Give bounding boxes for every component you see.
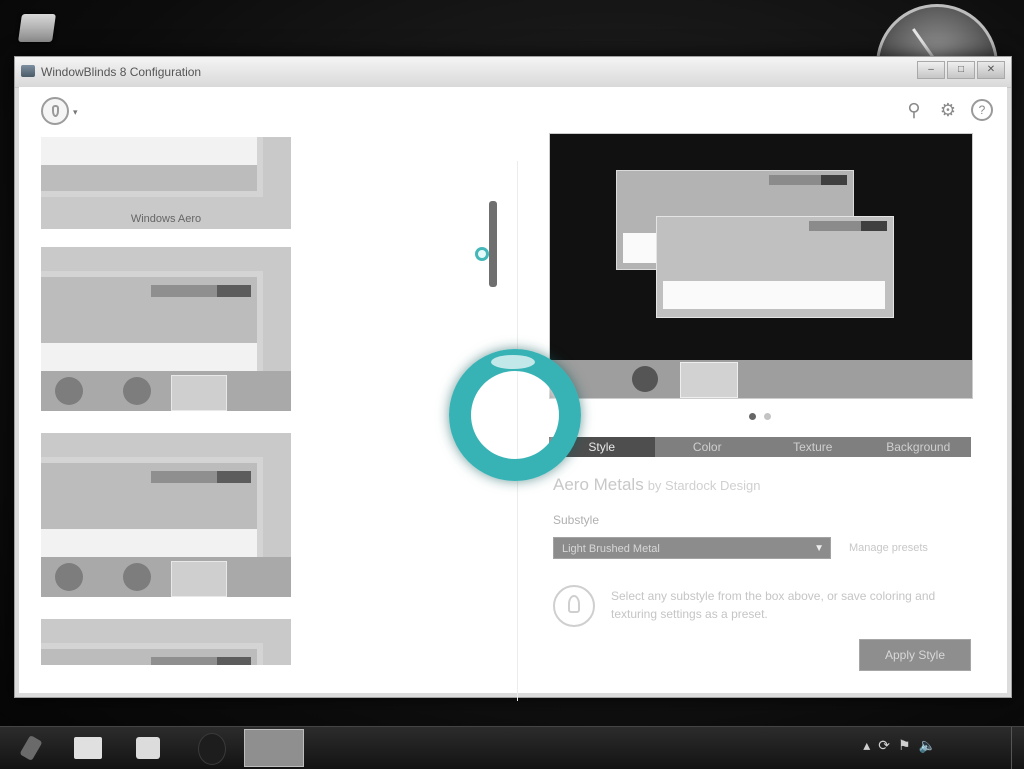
apply-style-button[interactable]: Apply Style xyxy=(859,639,971,671)
window-title: WindowBlinds 8 Configuration xyxy=(41,65,202,79)
title-bar[interactable]: WindowBlinds 8 Configuration – □ ✕ xyxy=(15,57,1011,88)
list-scrollbar[interactable] xyxy=(489,201,497,287)
tip-text: Select any substyle from the box above, … xyxy=(611,589,936,621)
preview-window-front xyxy=(656,216,894,318)
page-dot[interactable] xyxy=(764,413,771,420)
maximize-button[interactable]: □ xyxy=(947,61,975,79)
tab-background[interactable]: Background xyxy=(865,437,971,457)
theme-label: Windows Aero xyxy=(130,213,202,225)
taskbar-clock[interactable] xyxy=(932,733,972,747)
config-window: WindowBlinds 8 Configuration – □ ✕ ▾ ⚲ ⚙… xyxy=(14,56,1012,701)
flag-icon[interactable]: ⚑ xyxy=(898,737,911,754)
style-preview xyxy=(549,133,973,399)
style-name: Aero Metals xyxy=(553,475,644,494)
substyle-selected: Light Brushed Metal xyxy=(562,543,660,555)
start-button[interactable] xyxy=(14,731,48,765)
desktop-computer-icon[interactable] xyxy=(14,8,62,52)
windowblinds-taskbar-button[interactable] xyxy=(244,729,304,767)
chevron-down-icon: ▾ xyxy=(73,107,78,117)
tab-texture[interactable]: Texture xyxy=(760,437,866,457)
app-menu-button[interactable]: ▾ xyxy=(41,97,85,127)
search-icon[interactable]: ⚲ xyxy=(903,99,925,121)
substyle-dropdown[interactable]: Light Brushed Metal ▼ xyxy=(553,537,831,559)
sync-icon[interactable]: ⟳ xyxy=(878,737,890,754)
theme-thumbnail[interactable] xyxy=(41,247,291,411)
preview-taskbar xyxy=(550,360,972,398)
show-hidden-icons-icon[interactable]: ▴ xyxy=(863,737,870,754)
tab-color[interactable]: Color xyxy=(654,437,760,457)
show-desktop-button[interactable] xyxy=(1011,727,1024,769)
mouse-cursor-icon xyxy=(475,247,489,261)
style-author: by Stardock Design xyxy=(647,478,761,493)
page-dot[interactable] xyxy=(749,413,756,420)
taskbar: ▴ ⟳ ⚑ 🔈 xyxy=(0,726,1024,769)
window-controls: – □ ✕ xyxy=(917,61,1005,79)
theme-thumbnail-windows-aero[interactable]: Windows Aero xyxy=(41,137,291,229)
system-tray: ▴ ⟳ ⚑ 🔈 xyxy=(863,737,936,754)
app-icon xyxy=(21,65,35,77)
minimize-button[interactable]: – xyxy=(917,61,945,79)
gear-icon[interactable]: ⚙ xyxy=(937,99,959,121)
style-title: Aero Metals by Stardock Design xyxy=(553,475,760,495)
orb-taskbar-icon[interactable] xyxy=(194,731,228,765)
client-area: ▾ ⚲ ⚙ ? Windows Aero Style Color Texture… xyxy=(19,87,1007,701)
config-tabs: Style Color Texture Background xyxy=(549,437,971,457)
logo-icon xyxy=(41,97,69,125)
theme-thumbnail[interactable] xyxy=(41,433,291,597)
preview-page-indicator[interactable] xyxy=(749,413,771,420)
theme-thumbnail[interactable] xyxy=(41,619,291,665)
media-player-taskbar-icon[interactable] xyxy=(130,731,166,765)
manage-presets-link[interactable]: Manage presets xyxy=(849,542,928,554)
substyle-label: Substyle xyxy=(553,513,600,527)
explorer-taskbar-icon[interactable] xyxy=(70,731,106,765)
help-icon[interactable]: ? xyxy=(971,99,993,121)
chevron-down-icon: ▼ xyxy=(814,543,824,554)
busy-cursor-icon xyxy=(449,349,581,481)
lightbulb-icon xyxy=(553,585,595,627)
close-button[interactable]: ✕ xyxy=(977,61,1005,79)
